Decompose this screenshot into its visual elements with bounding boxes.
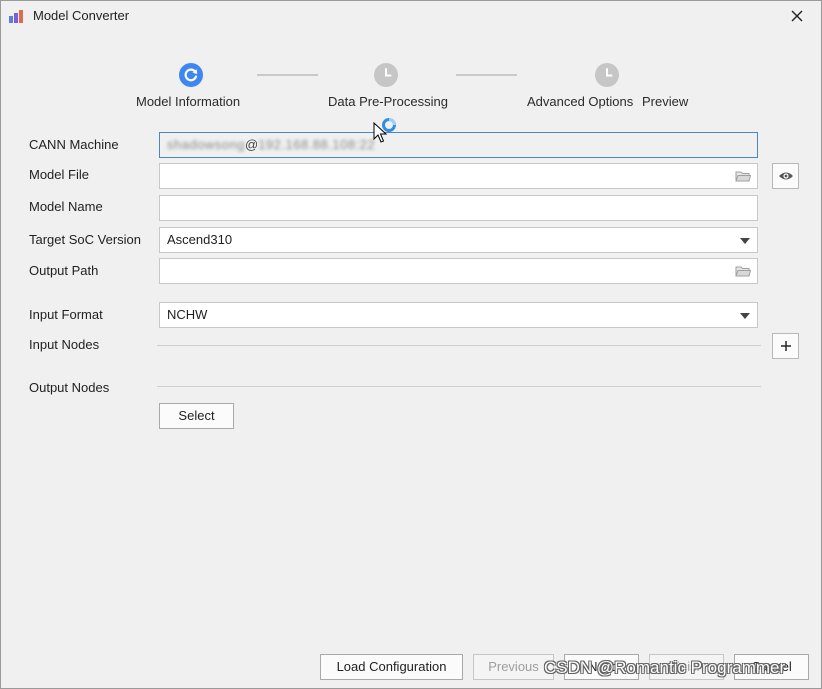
finish-button[interactable]: Finish bbox=[649, 654, 724, 680]
cann-host-blurred: 192.168.88.108:22 bbox=[258, 137, 376, 152]
output-nodes-label: Output Nodes bbox=[29, 380, 110, 395]
add-input-node-button[interactable] bbox=[772, 333, 799, 359]
plus-icon bbox=[781, 341, 791, 351]
select-output-nodes-button[interactable]: Select bbox=[159, 403, 234, 429]
title-bar: Model Converter bbox=[1, 1, 821, 33]
output-nodes-divider bbox=[157, 386, 761, 387]
step-pending-clock-icon bbox=[374, 63, 398, 87]
folder-icon[interactable] bbox=[735, 264, 751, 278]
model-name-label: Model Name bbox=[29, 199, 103, 214]
step-label-advanced-options: Advanced Options bbox=[527, 94, 634, 109]
cann-at-sign: @ bbox=[245, 137, 259, 152]
target-soc-value: Ascend310 bbox=[167, 232, 233, 247]
eye-icon bbox=[779, 172, 793, 180]
cann-user-blurred: shadowsong bbox=[167, 137, 245, 152]
step-label-model-information: Model Information bbox=[136, 94, 241, 109]
input-nodes-divider bbox=[157, 345, 761, 346]
output-path-label: Output Path bbox=[29, 263, 99, 278]
step-connector bbox=[456, 74, 517, 76]
model-file-label: Model File bbox=[29, 167, 89, 182]
input-nodes-label: Input Nodes bbox=[29, 337, 100, 352]
chevron-down-icon bbox=[740, 313, 750, 319]
cann-machine-label: CANN Machine bbox=[29, 137, 119, 152]
window-title: Model Converter bbox=[33, 8, 130, 23]
chevron-down-icon bbox=[740, 238, 750, 244]
folder-icon[interactable] bbox=[735, 169, 751, 183]
input-format-value: NCHW bbox=[167, 307, 208, 322]
model-name-input[interactable] bbox=[159, 195, 758, 221]
target-soc-label: Target SoC Version bbox=[29, 232, 142, 247]
input-format-select[interactable]: NCHW bbox=[159, 302, 758, 328]
view-model-button[interactable] bbox=[772, 163, 799, 189]
cancel-button[interactable]: Cancel bbox=[734, 654, 809, 680]
app-logo-icon bbox=[9, 10, 23, 23]
previous-button[interactable]: Previous bbox=[473, 654, 554, 680]
step-label-data-preprocessing: Data Pre-Processing bbox=[328, 94, 448, 109]
input-format-label: Input Format bbox=[29, 307, 103, 322]
step-pending-clock-icon bbox=[595, 63, 619, 87]
output-path-input[interactable] bbox=[159, 258, 758, 284]
cann-machine-field[interactable]: shadowsong@192.168.88.108:22 bbox=[159, 132, 758, 158]
busy-spinner-icon bbox=[382, 118, 396, 132]
model-converter-window: Model Converter Model Information Data P… bbox=[0, 0, 822, 689]
target-soc-select[interactable]: Ascend310 bbox=[159, 227, 758, 253]
step-connector bbox=[257, 74, 318, 76]
model-file-input[interactable] bbox=[159, 163, 758, 189]
step-label-preview: Preview bbox=[642, 94, 689, 109]
close-icon[interactable] bbox=[787, 6, 807, 26]
step-active-refresh-icon bbox=[179, 63, 203, 87]
load-configuration-button[interactable]: Load Configuration bbox=[320, 654, 463, 680]
next-button[interactable]: Next bbox=[564, 654, 639, 680]
